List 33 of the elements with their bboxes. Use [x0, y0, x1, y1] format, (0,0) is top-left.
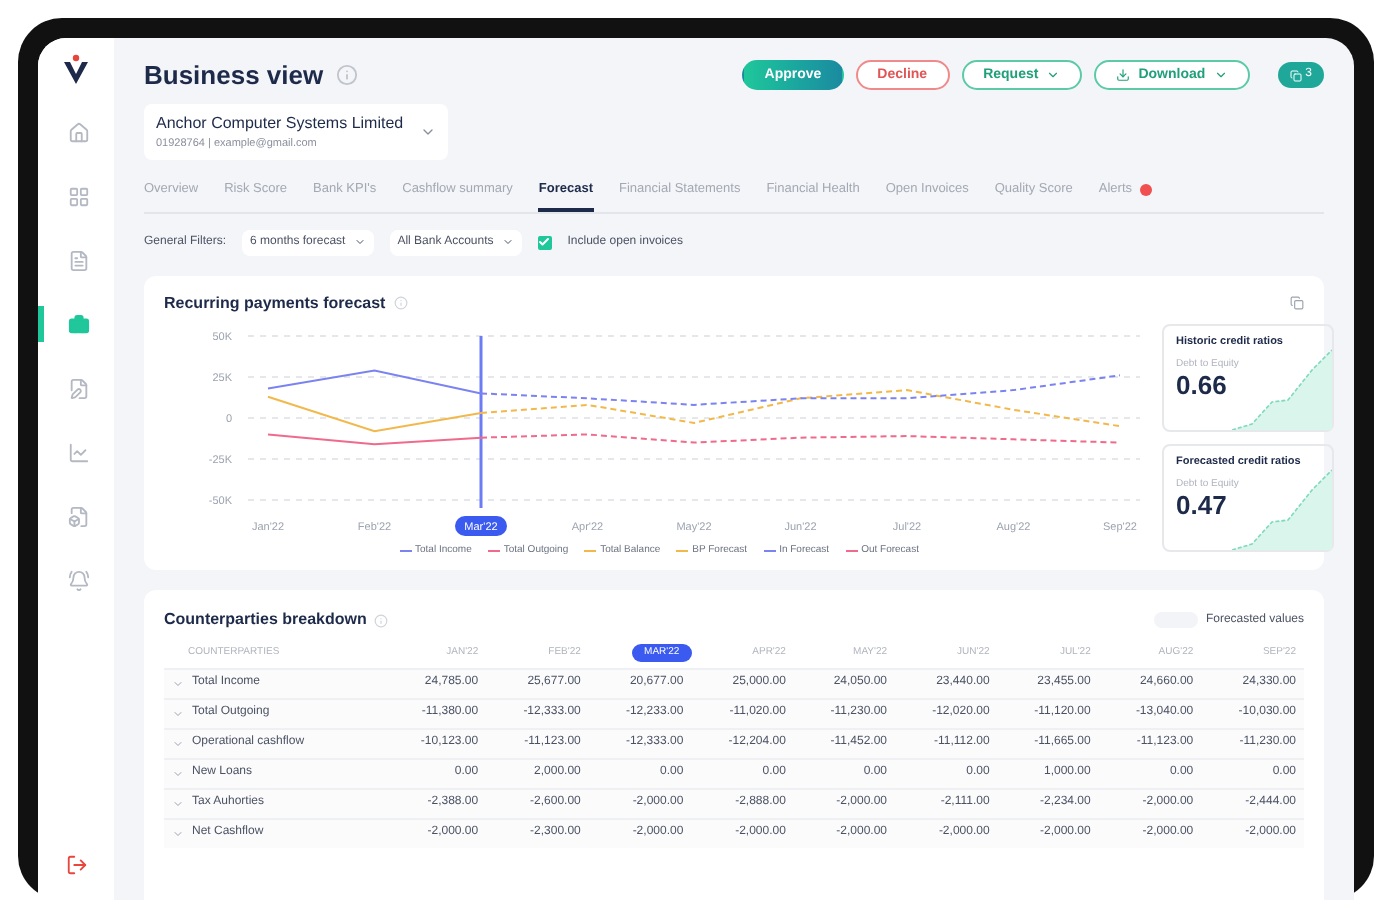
- logout-icon[interactable]: [65, 854, 87, 876]
- company-name: Anchor Computer Systems Limited: [156, 111, 404, 135]
- card-title: Counterparties breakdown: [164, 608, 367, 632]
- info-icon[interactable]: [335, 64, 358, 87]
- expand-icon[interactable]: [172, 767, 184, 779]
- expand-icon[interactable]: [172, 827, 184, 840]
- chevron-down-icon: [1046, 68, 1061, 83]
- grid-icon: [68, 185, 90, 207]
- chevron-down-icon: [501, 236, 514, 248]
- bell-icon: [68, 569, 90, 591]
- file-icon: [68, 505, 90, 527]
- download-icon: [1116, 68, 1131, 83]
- logo-icon: [62, 54, 90, 86]
- ratio-value: 0.47: [1176, 492, 1229, 519]
- expand-icon[interactable]: [172, 797, 184, 809]
- expand-icon[interactable]: [172, 707, 184, 719]
- expand-icon[interactable]: [172, 677, 184, 689]
- document-icon: [68, 249, 90, 271]
- home-icon: [68, 121, 90, 143]
- edit-document-icon: [68, 377, 90, 399]
- card-title: Recurring payments forecast: [164, 291, 386, 315]
- info-icon[interactable]: [393, 296, 408, 310]
- expand-icon[interactable]: [172, 737, 184, 749]
- page-title: Business view: [144, 58, 324, 94]
- briefcase-icon: [68, 313, 90, 335]
- copy-icon[interactable]: [1290, 296, 1304, 310]
- chevron-down-icon: [353, 236, 366, 248]
- include-invoices-checkbox[interactable]: [537, 235, 552, 249]
- stack-icon: [1289, 69, 1302, 82]
- chevron-down-icon: [1213, 68, 1228, 83]
- info-icon[interactable]: [374, 613, 389, 627]
- chart-icon: [68, 441, 90, 463]
- ratio-value: 0.66: [1176, 372, 1229, 399]
